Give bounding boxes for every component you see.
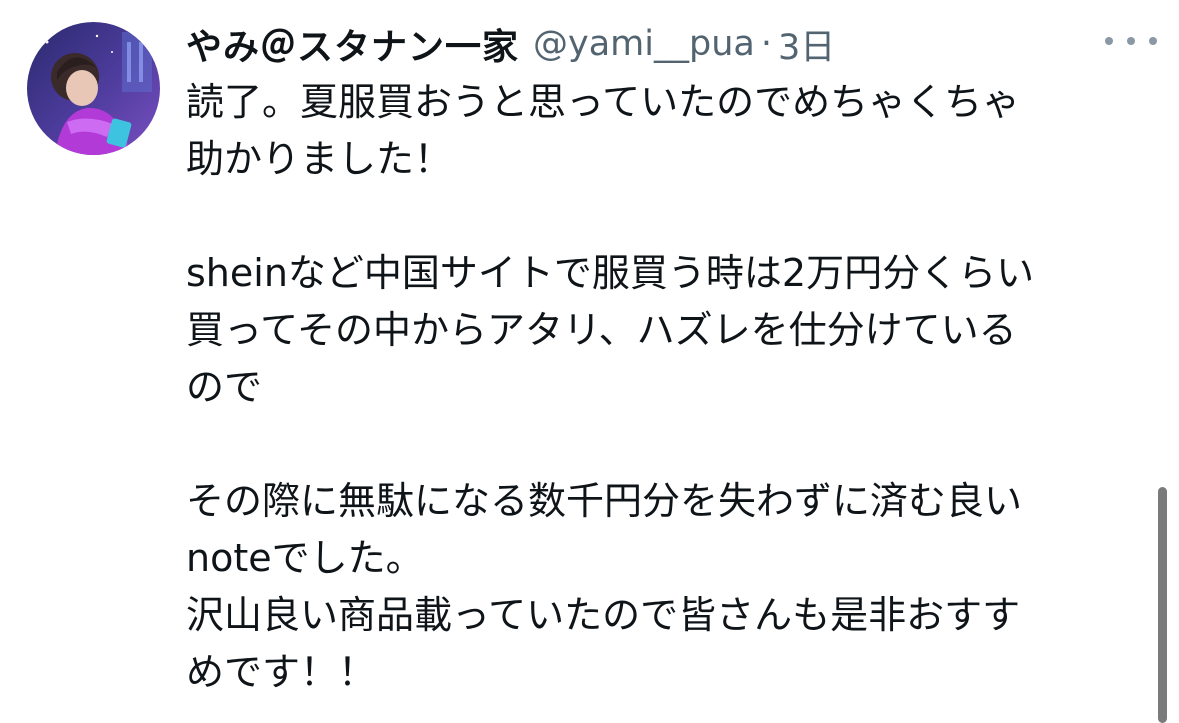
- more-options-button[interactable]: [1105, 26, 1157, 56]
- tweet-text: 読了。夏服買おうと思っていたのでめちゃくちゃ 助かりました！ sheinなど中国…: [186, 74, 1136, 701]
- tweet-line: めです！！: [186, 650, 377, 694]
- scrollbar[interactable]: [1158, 487, 1167, 723]
- more-horizontal-icon-dot: [1127, 37, 1135, 45]
- more-horizontal-icon: [1105, 37, 1113, 45]
- separator-dot: ·: [760, 24, 772, 64]
- tweet-line: 読了。夏服買おうと思っていたのでめちゃくちゃ: [186, 80, 1021, 124]
- tweet-line: noteでした。: [186, 536, 424, 580]
- more-horizontal-icon-dot: [1149, 37, 1157, 45]
- tweet-line: sheinなど中国サイトで服買う時は2万円分くらい: [186, 251, 1035, 295]
- timestamp[interactable]: 3日: [778, 19, 835, 70]
- tweet-line: 助かりました！: [186, 137, 453, 181]
- tweet-header: やみ＠スタナン一家 @yami__pua · 3日: [186, 14, 835, 74]
- tweet-line: その際に無駄になる数千円分を失わずに済む良い: [186, 479, 1023, 523]
- user-handle[interactable]: @yami__pua: [533, 24, 755, 64]
- avatar-image: [27, 22, 160, 155]
- tweet[interactable]: やみ＠スタナン一家 @yami__pua · 3日 読了。夏服買おうと思っていた…: [0, 0, 1179, 723]
- tweet-line: 買ってその中からアタリ、ハズレを仕分けている: [186, 308, 1017, 352]
- display-name[interactable]: やみ＠スタナン一家: [186, 18, 519, 70]
- avatar[interactable]: [27, 22, 160, 155]
- tweet-line: ので: [186, 365, 263, 409]
- tweet-line: 沢山良い商品載っていたので皆さんも是非おすす: [186, 593, 1021, 637]
